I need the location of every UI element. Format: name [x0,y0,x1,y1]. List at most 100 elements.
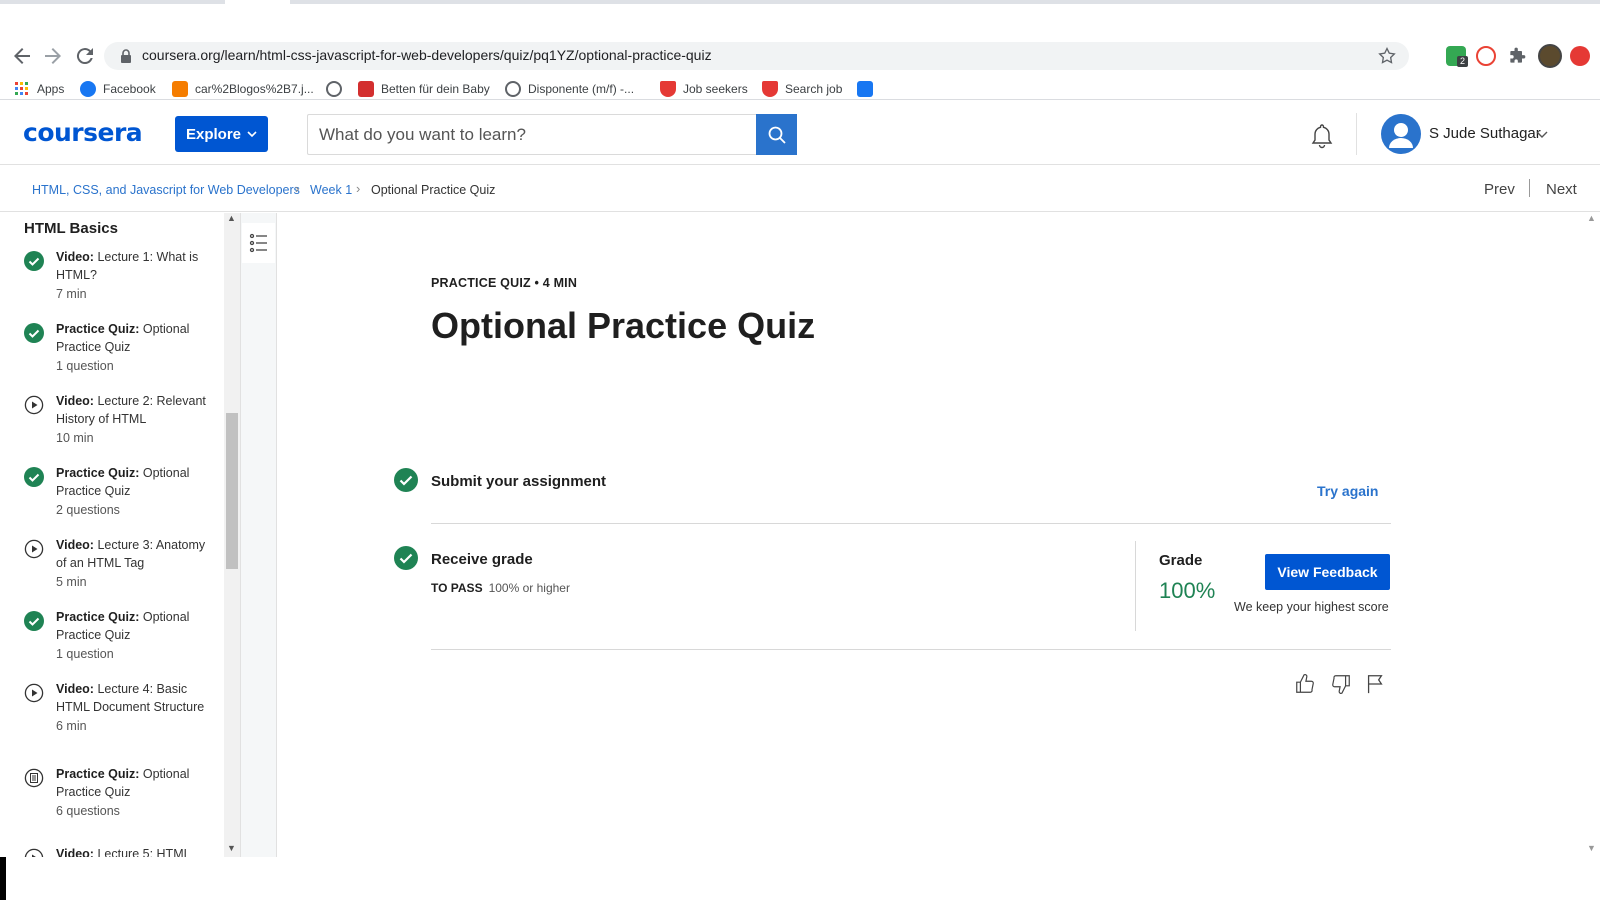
prev-button[interactable]: Prev [1484,181,1515,198]
sidebar-item-kind: Video: [56,250,94,264]
scroll-down-arrow-icon[interactable]: ▼ [1587,843,1596,853]
sidebar-item-label: Video: Lecture 3: Anatomy of an HTML Tag [56,537,206,572]
section-divider [431,523,1391,524]
bookmark-label: Facebook [103,82,156,96]
bookmark-facebook-2[interactable] [857,80,873,98]
site-header: coursera Explore What do you want to lea… [0,101,1600,165]
notification-bell-icon[interactable] [1310,123,1334,149]
explore-button[interactable]: Explore [175,116,268,152]
puzzle-extensions-icon[interactable] [1507,46,1527,66]
swiss-shield-icon [660,81,676,97]
site-icon [358,81,374,97]
user-name[interactable]: S Jude Suthagar [1429,125,1541,142]
check-circle-icon [24,251,44,271]
lock-icon [121,49,131,63]
breadcrumb-week-link[interactable]: Week 1 [310,183,352,197]
sidebar-item-kind: Video: [56,394,94,408]
sidebar-item-title: Lecture 5: HTML [97,847,191,857]
to-pass-requirement: TO PASS 100% or higher [431,581,570,595]
bookmark-star-icon[interactable] [1377,46,1397,66]
scroll-up-arrow-icon[interactable]: ▲ [1587,213,1596,223]
view-feedback-button[interactable]: View Feedback [1265,554,1390,590]
sidebar-item-meta: 6 min [56,719,87,733]
submit-assignment-heading: Submit your assignment [431,473,607,490]
play-circle-icon [24,848,44,857]
bookmark-job-seekers[interactable]: Job seekers [660,80,748,98]
grade-label: Grade [1159,552,1203,569]
sidebar-item-kind: Practice Quiz: [56,610,140,624]
main-scrollbar[interactable]: ▲ ▼ [1584,213,1600,857]
sidebar-item-label: Video: Lecture 4: Basic HTML Document St… [56,681,206,716]
chevron-down-icon [247,131,257,138]
sidebar-item-kind: Video: [56,847,94,857]
bookmark-label: Job seekers [683,82,748,96]
scroll-down-arrow-icon[interactable]: ▼ [227,843,236,853]
flag-icon[interactable] [1364,673,1386,695]
item-kicker: PRACTICE QUIZ • 4 MIN [431,276,578,290]
bookmarks-bar: Apps Facebook car%2Blogos%2B7.j... Bette… [0,76,1600,100]
check-circle-icon [394,468,418,492]
sidebar-item-meta: 2 questions [56,503,120,517]
sidebar-item-meta: 6 questions [56,804,120,818]
globe-icon [326,81,342,97]
sidebar-item-label: Video: Lecture 2: Relevant History of HT… [56,393,206,428]
sidebar-item-kind: Practice Quiz: [56,466,140,480]
try-again-link[interactable]: Try again [1317,483,1378,499]
outline-toggle-rail [240,213,277,857]
window-edge [0,857,6,900]
update-arrow-icon[interactable] [1570,46,1590,66]
sidebar-scrollbar-thumb[interactable] [226,413,238,569]
thumbs-up-icon[interactable] [1294,673,1316,695]
prev-next-divider [1529,179,1530,197]
bookmark-betten[interactable]: Betten für dein Baby [358,80,490,98]
sidebar-item-meta: 7 min [56,287,87,301]
reload-icon[interactable] [73,44,97,68]
user-silhouette-icon [1389,123,1413,148]
bookmark-search-job[interactable]: Search job [762,80,842,98]
bookmark-label: Disponente (m/f) -... [528,82,635,96]
header-divider [1356,113,1357,155]
url-text[interactable]: coursera.org/learn/html-css-javascript-f… [142,47,712,63]
browser-toolbar: coursera.org/learn/html-css-javascript-f… [0,4,1600,100]
user-avatar[interactable] [1381,114,1421,154]
search-input[interactable]: What do you want to learn? [307,114,797,155]
section-divider [431,649,1391,650]
sidebar-section-title: HTML Basics [24,220,118,237]
to-pass-value: 100% or higher [488,581,570,595]
breadcrumb-course-link[interactable]: HTML, CSS, and Javascript for Web Develo… [32,183,300,197]
grade-value: 100% [1159,578,1216,603]
blogger-icon [172,81,188,97]
chevron-down-icon[interactable] [1536,129,1548,139]
globe-icon [505,81,521,97]
coursera-logo[interactable]: coursera [23,118,143,147]
bookmark-label: Betten für dein Baby [381,82,490,96]
bookmark-car-logos[interactable]: car%2Blogos%2B7.j... [172,80,314,98]
sidebar-item-meta: 10 min [56,431,94,445]
outline-toggle-button[interactable] [242,223,275,263]
next-button[interactable]: Next [1546,181,1577,198]
profile-avatar-icon[interactable] [1538,44,1562,68]
bookmark-disponente[interactable]: Disponente (m/f) -... [505,80,634,98]
breadcrumb: HTML, CSS, and Javascript for Web Develo… [0,166,1600,212]
bookmark-label: Search job [785,82,843,96]
address-bar[interactable]: coursera.org/learn/html-css-javascript-f… [104,42,1409,70]
sidebar-item-kind: Practice Quiz: [56,322,140,336]
bookmark-facebook[interactable]: Facebook [80,80,156,98]
sidebar-item-meta: 1 question [56,647,114,661]
bookmark-label: Apps [37,82,65,96]
search-button[interactable] [756,114,797,155]
thumbs-down-icon[interactable] [1330,673,1352,695]
play-circle-icon [24,539,44,559]
sidebar-item-label: Video: Lecture 5: HTML [56,846,206,857]
bookmark-apps[interactable]: Apps [14,80,64,98]
bottom-strip [0,857,1600,900]
blocked-extension-icon[interactable] [1476,46,1496,66]
to-pass-label: TO PASS [431,581,483,595]
forward-arrow-icon[interactable] [41,44,65,68]
scroll-up-arrow-icon[interactable]: ▲ [227,213,236,223]
main-content: PRACTICE QUIZ • 4 MIN Optional Practice … [278,213,1583,857]
sidebar-item-label: Practice Quiz: Optional Practice Quiz [56,609,206,644]
sidebar-item-label: Practice Quiz: Optional Practice Quiz [56,321,206,356]
back-arrow-icon[interactable] [10,44,34,68]
bookmark-globe[interactable] [326,80,342,98]
